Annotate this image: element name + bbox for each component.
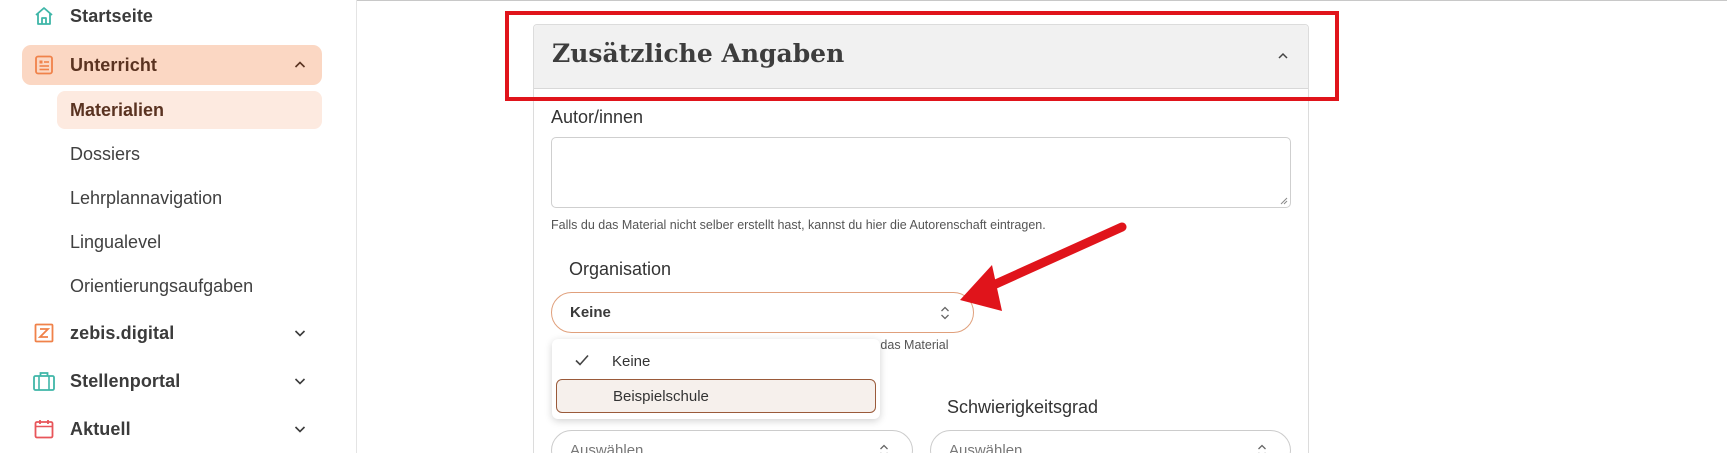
organisation-label: Organisation [569, 259, 672, 279]
sidebar-item-label: Aktuell [70, 418, 131, 439]
sidebar-subitem-label: Dossiers [70, 143, 141, 164]
difficulty-select-value: Auswählen [949, 442, 1023, 453]
organisation-dropdown: Keine Beispielschule [552, 339, 880, 419]
sidebar-item-stellenportal[interactable]: Stellenportal [22, 361, 322, 401]
dropdown-option-keine[interactable]: Keine [556, 344, 876, 378]
sidebar-subitem-label: Lingualevel [70, 231, 162, 252]
sidebar-subitem-orientierungsaufgaben[interactable]: Orientierungsaufgaben [57, 267, 322, 305]
sidebar-item-label: Unterricht [70, 54, 158, 75]
sidebar: Startseite Unterricht Materialien Dossie… [0, 0, 357, 453]
sidebar-item-startseite[interactable]: Startseite [22, 0, 322, 36]
dropdown-option-label: Keine [612, 352, 651, 370]
sidebar-item-label: Startseite [70, 5, 154, 26]
organisation-hint: n das Material [870, 338, 949, 352]
chevron-down-icon[interactable] [292, 373, 308, 389]
chevron-up-icon[interactable] [292, 57, 308, 73]
category-select-value: Auswählen [570, 442, 644, 453]
authors-label: Autor/innen [551, 107, 644, 127]
sidebar-item-unterricht[interactable]: Unterricht [22, 45, 322, 85]
resize-handle-icon[interactable] [1280, 197, 1288, 205]
annotation-arrow [960, 222, 1127, 311]
organisation-select[interactable]: Keine [551, 292, 974, 333]
authors-textarea[interactable] [551, 137, 1291, 208]
difficulty-select[interactable]: Auswählen [930, 430, 1291, 453]
sidebar-subitem-dossiers[interactable]: Dossiers [57, 135, 322, 173]
sidebar-item-aktuell[interactable]: Aktuell [22, 409, 322, 449]
sidebar-subitem-label: Materialien [70, 99, 165, 120]
chevron-down-icon[interactable] [292, 325, 308, 341]
dropdown-option-beispielschule[interactable]: Beispielschule [556, 379, 876, 413]
sidebar-subitem-lingualevel[interactable]: Lingualevel [57, 223, 322, 261]
sidebar-subitem-materialien[interactable]: Materialien [57, 91, 322, 129]
sidebar-subitem-label: Orientierungsaufgaben [70, 275, 254, 296]
category-select[interactable]: Auswählen [551, 430, 913, 453]
sidebar-item-label: zebis.digital [70, 322, 175, 343]
checkmark-icon [575, 354, 589, 366]
organisation-select-value: Keine [570, 304, 611, 321]
document-list-icon [32, 53, 56, 77]
calendar-icon [32, 417, 56, 441]
sidebar-item-zebis-digital[interactable]: zebis.digital [22, 313, 322, 353]
select-updown-icon [1258, 444, 1266, 453]
sidebar-item-label: Stellenportal [70, 370, 181, 391]
annotation-highlight-box [505, 11, 1339, 101]
chevron-down-icon[interactable] [292, 421, 308, 437]
difficulty-label: Schwierigkeitsgrad [947, 397, 1099, 417]
select-updown-icon [880, 444, 888, 453]
briefcase-icon [32, 369, 56, 393]
z-logo-icon [32, 321, 56, 345]
dropdown-option-label: Beispielschule [613, 387, 709, 405]
sidebar-subitem-label: Lehrplannavigation [70, 187, 223, 208]
house-icon [32, 4, 56, 28]
sidebar-subitem-lehrplannavigation[interactable]: Lehrplannavigation [57, 179, 322, 217]
